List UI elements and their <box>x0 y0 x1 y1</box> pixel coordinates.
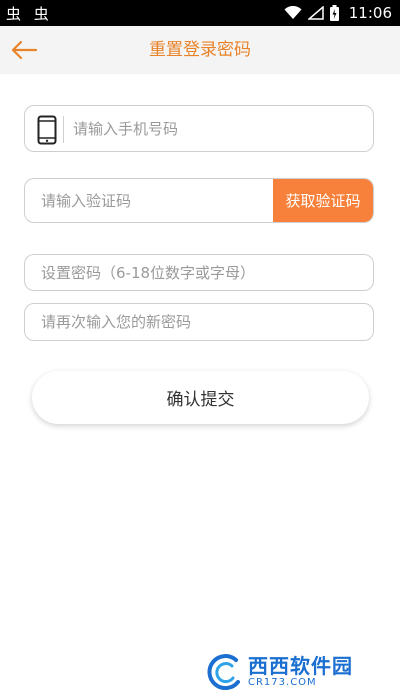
confirm-password-field <box>24 303 374 341</box>
status-time: 11:06 <box>348 4 392 22</box>
password-input[interactable] <box>39 255 363 290</box>
wifi-icon <box>284 6 302 19</box>
submit-button[interactable]: 确认提交 <box>32 371 369 424</box>
back-button[interactable] <box>8 34 40 66</box>
confirm-password-input[interactable] <box>39 304 363 340</box>
app-bar: 重置登录密码 <box>0 26 400 74</box>
signal-icon <box>307 6 324 20</box>
verification-code-input[interactable] <box>39 179 269 222</box>
notification-icons: 虫 虫 <box>6 5 53 23</box>
page-title: 重置登录密码 <box>149 40 251 60</box>
watermark-title: 西西软件园 <box>248 654 353 678</box>
battery-icon <box>329 5 339 21</box>
phone-divider <box>63 116 64 143</box>
status-bar: 虫 虫 11:06 <box>0 0 400 26</box>
verification-code-field: 获取验证码 <box>24 178 374 223</box>
watermark: 西西软件园 CR173.COM <box>202 652 382 692</box>
back-arrow-icon <box>11 40 38 60</box>
watermark-logo-icon <box>207 654 240 691</box>
password-field <box>24 254 374 291</box>
status-indicators: 11:06 <box>284 0 392 26</box>
mobile-phone-icon <box>37 115 57 145</box>
get-code-button[interactable]: 获取验证码 <box>273 179 373 222</box>
watermark-url: CR173.COM <box>248 677 317 688</box>
phone-field <box>24 105 374 152</box>
phone-input[interactable] <box>71 106 363 151</box>
